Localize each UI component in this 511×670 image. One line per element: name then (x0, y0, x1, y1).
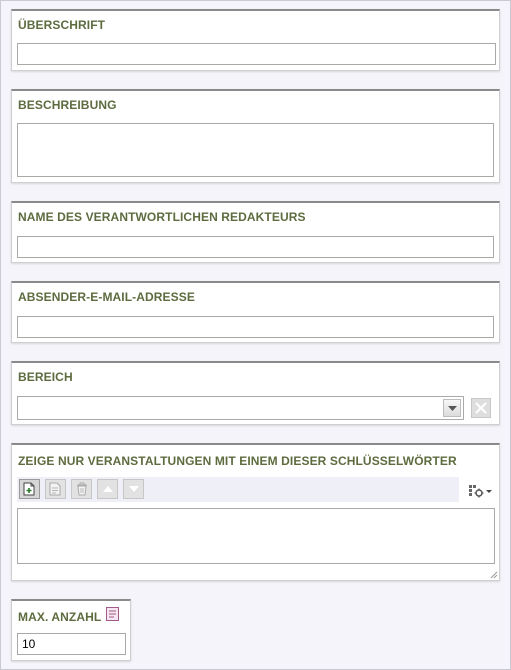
add-button[interactable] (19, 479, 40, 499)
edit-button[interactable] (45, 479, 66, 499)
max-anzahl-label: MAX. ANZAHL (18, 610, 102, 624)
delete-button[interactable] (71, 479, 92, 499)
redakteur-panel: NAME DES VERANTWORTLICHEN REDAKTEURS (11, 201, 500, 263)
info-icon[interactable] (106, 607, 119, 621)
schluesselwoerter-textarea[interactable] (17, 508, 495, 564)
redakteur-input[interactable] (17, 236, 494, 258)
add-icon (23, 482, 35, 496)
beschreibung-panel: BESCHREIBUNG (11, 89, 500, 183)
absender-panel: ABSENDER-E-MAIL-ADRESSE (11, 281, 500, 343)
beschreibung-textarea[interactable] (17, 123, 494, 177)
schluesselwoerter-panel: ZEIGE NUR VERANSTALTUNGEN MIT EINEM DIES… (11, 443, 500, 581)
close-icon (475, 402, 487, 414)
move-up-icon (102, 486, 113, 492)
beschreibung-label: BESCHREIBUNG (18, 98, 117, 112)
bereich-clear-button[interactable] (471, 398, 491, 418)
redakteur-label: NAME DES VERANTWORTLICHEN REDAKTEURS (18, 210, 306, 224)
ueberschrift-label: ÜBERSCHRIFT (18, 18, 106, 32)
move-up-button[interactable] (97, 479, 118, 499)
delete-icon (76, 482, 87, 496)
absender-input[interactable] (17, 316, 494, 338)
absender-label: ABSENDER-E-MAIL-ADRESSE (18, 290, 195, 304)
move-down-icon (128, 486, 139, 492)
bereich-panel: BEREICH (11, 361, 500, 425)
edit-icon (49, 482, 61, 496)
bereich-dropdown-button[interactable] (443, 399, 461, 417)
chevron-down-icon (447, 405, 457, 411)
schluesselwoerter-label: ZEIGE NUR VERANSTALTUNGEN MIT EINEM DIES… (18, 454, 457, 468)
ueberschrift-input[interactable] (17, 43, 496, 65)
bereich-select[interactable] (17, 396, 464, 420)
settings-menu-button[interactable] (468, 483, 494, 499)
move-down-button[interactable] (123, 479, 144, 499)
max-anzahl-input[interactable] (17, 633, 126, 655)
settings-icon (469, 485, 492, 498)
max-anzahl-panel: MAX. ANZAHL (11, 599, 131, 661)
schluesselwoerter-toolbar (17, 477, 459, 502)
resize-handle-icon[interactable] (490, 571, 498, 579)
bereich-label: BEREICH (18, 370, 73, 384)
ueberschrift-panel: ÜBERSCHRIFT (11, 9, 500, 71)
